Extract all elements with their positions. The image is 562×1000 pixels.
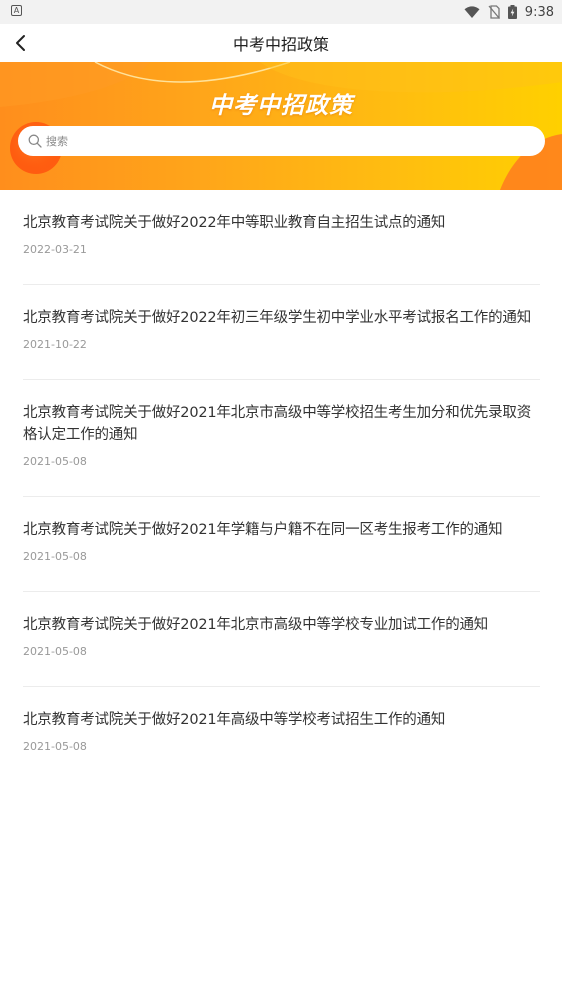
wifi-icon <box>464 5 480 18</box>
list-item[interactable]: 北京教育考试院关于做好2022年初三年级学生初中学业水平考试报名工作的通知 20… <box>23 285 540 380</box>
no-sim-icon <box>488 5 500 19</box>
status-time: 9:38 <box>524 4 554 20</box>
notification-icon: A <box>11 5 22 16</box>
news-date: 2021-05-08 <box>23 645 87 658</box>
news-title: 北京教育考试院关于做好2022年中等职业教育自主招生试点的通知 <box>23 215 446 231</box>
search-icon <box>28 134 42 148</box>
banner: 中考中招政策 搜索 <box>0 62 562 190</box>
list-item[interactable]: 北京教育考试院关于做好2021年北京市高级中等学校招生考生加分和优先录取资格认定… <box>23 380 540 497</box>
news-title: 北京教育考试院关于做好2021年北京市高级中等学校招生考生加分和优先录取资格认定… <box>23 405 531 443</box>
status-icons: 9:38 <box>464 3 554 21</box>
search-placeholder: 搜索 <box>46 135 68 148</box>
news-date: 2021-10-22 <box>23 338 87 351</box>
list-item[interactable]: 北京教育考试院关于做好2022年中等职业教育自主招生试点的通知 2022-03-… <box>23 190 540 285</box>
news-title: 北京教育考试院关于做好2022年初三年级学生初中学业水平考试报名工作的通知 <box>23 310 531 326</box>
list-item[interactable]: 北京教育考试院关于做好2021年北京市高级中等学校专业加试工作的通知 2021-… <box>23 592 540 687</box>
banner-title: 中考中招政策 <box>209 93 353 119</box>
news-date: 2021-05-08 <box>23 455 87 468</box>
news-date: 2021-05-08 <box>23 550 87 563</box>
search-input[interactable]: 搜索 <box>18 126 545 156</box>
page-title: 中考中招政策 <box>232 35 329 54</box>
news-title: 北京教育考试院关于做好2021年学籍与户籍不在同一区考生报考工作的通知 <box>23 522 503 538</box>
news-title: 北京教育考试院关于做好2021年北京市高级中等学校专业加试工作的通知 <box>23 617 489 633</box>
news-date: 2021-05-08 <box>23 740 87 753</box>
news-date: 2022-03-21 <box>23 243 87 256</box>
news-list: 北京教育考试院关于做好2022年中等职业教育自主招生试点的通知 2022-03-… <box>0 190 562 782</box>
app-bar: 中考中招政策 <box>0 24 562 62</box>
list-item[interactable]: 北京教育考试院关于做好2021年学籍与户籍不在同一区考生报考工作的通知 2021… <box>23 497 540 592</box>
battery-charging-icon <box>507 5 517 19</box>
list-item[interactable]: 北京教育考试院关于做好2021年高级中等学校考试招生工作的通知 2021-05-… <box>23 687 540 782</box>
news-title: 北京教育考试院关于做好2021年高级中等学校考试招生工作的通知 <box>23 712 446 728</box>
status-bar: A 9:38 <box>0 0 562 24</box>
